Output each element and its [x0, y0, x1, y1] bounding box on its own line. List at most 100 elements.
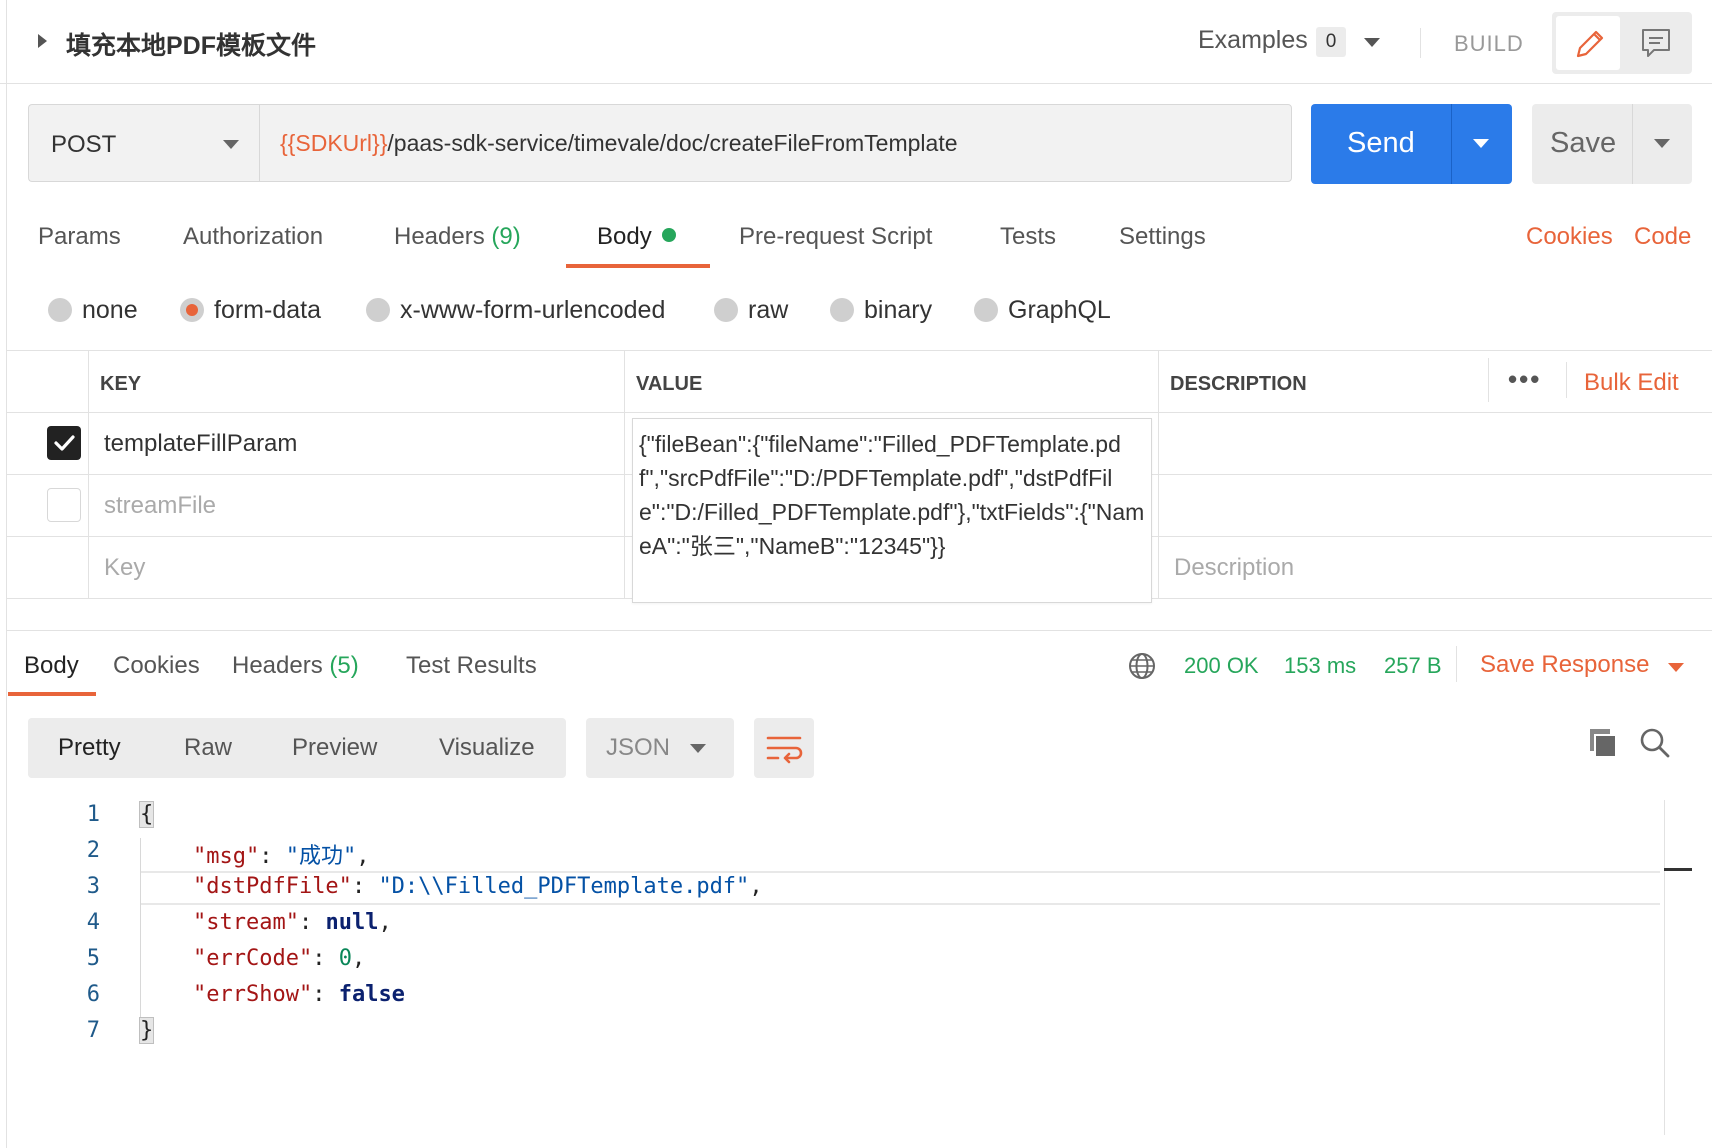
tab-headers[interactable]: Headers (9) [394, 223, 521, 251]
caret-right-icon[interactable] [38, 34, 47, 48]
tab-body-label: Body [597, 223, 652, 250]
format-pretty[interactable]: Pretty [58, 734, 121, 762]
column-divider [1488, 358, 1489, 402]
value-editor[interactable]: {"fileBean":{"fileName":"Filled_PDFTempl… [632, 418, 1152, 603]
row-key-template-fill-param[interactable]: templateFillParam [104, 430, 297, 458]
format-visualize[interactable]: Visualize [439, 734, 535, 762]
url-variable: {{SDKUrl}} [280, 130, 388, 156]
divider [1451, 104, 1452, 184]
description-input-placeholder[interactable]: Description [1174, 554, 1294, 582]
wrap-lines-icon [766, 736, 803, 764]
tab-tests[interactable]: Tests [1000, 223, 1056, 251]
copy-icon[interactable] [1586, 726, 1620, 760]
caret-down-icon [690, 744, 706, 753]
code-line: "errShow": false [192, 982, 405, 1007]
language-select[interactable]: JSON [586, 718, 734, 778]
column-divider [1158, 350, 1159, 598]
format-raw[interactable]: Raw [184, 734, 232, 762]
globe-icon[interactable] [1126, 650, 1158, 682]
active-tab-underline [566, 264, 710, 268]
tab-body[interactable]: Body [597, 223, 676, 251]
comment-icon [1642, 29, 1670, 57]
line-number: 7 [86, 1018, 100, 1043]
divider [1632, 104, 1633, 184]
response-format-tabs: Pretty Raw Preview Visualize [28, 718, 566, 778]
request-title-bar: 填充本地PDF模板文件 Examples 0 BUILD [0, 0, 1712, 84]
bulk-edit-link[interactable]: Bulk Edit [1584, 369, 1679, 397]
json-key-msg: "msg" [192, 844, 260, 869]
response-status[interactable]: 200 OK [1184, 653, 1259, 679]
response-tab-headers-label: Headers [232, 652, 323, 679]
response-tab-body[interactable]: Body [24, 652, 79, 680]
send-options-caret-icon[interactable] [1473, 139, 1489, 148]
language-label: JSON [606, 734, 671, 761]
column-divider [624, 350, 625, 598]
url-text: {{SDKUrl}}/paas-sdk-service/timevale/doc… [280, 130, 958, 157]
line-number: 4 [86, 910, 100, 935]
tab-headers-count: (9) [491, 223, 521, 250]
tab-settings[interactable]: Settings [1119, 223, 1206, 251]
caret-down-icon[interactable] [1364, 38, 1380, 47]
radio-label: x-www-form-urlencoded [400, 296, 666, 324]
code-line: "msg": "成功", [192, 844, 370, 869]
radio-button [714, 298, 738, 322]
column-header-description: DESCRIPTION [1170, 373, 1307, 395]
close-brace: } [138, 1017, 155, 1044]
code-line: "errCode": 0, [192, 946, 366, 971]
save-response-button[interactable]: Save Response [1480, 651, 1649, 679]
response-tab-cookies[interactable]: Cookies [113, 652, 200, 680]
divider [1456, 646, 1457, 682]
tab-prerequest-script[interactable]: Pre-request Script [739, 223, 932, 251]
code-line: { [138, 801, 155, 828]
method-select[interactable]: POST [28, 104, 260, 182]
code-line: } [138, 1017, 155, 1044]
line-number: 6 [86, 982, 100, 1007]
response-size[interactable]: 257 B [1384, 653, 1442, 679]
code-line: "stream": null, [192, 910, 392, 935]
row-key-stream-file[interactable]: streamFile [104, 492, 216, 520]
json-value-err-show: false [338, 982, 405, 1007]
radio-button-selected [180, 298, 204, 322]
response-tab-headers[interactable]: Headers (5) [232, 652, 359, 680]
radio-label: binary [864, 296, 933, 324]
format-preview[interactable]: Preview [292, 734, 377, 762]
save-response-caret-icon[interactable] [1668, 663, 1684, 672]
tab-authorization[interactable]: Authorization [183, 223, 323, 251]
row-checkbox-unchecked[interactable] [47, 488, 81, 522]
row-checkbox-checked[interactable] [47, 426, 81, 460]
tab-params[interactable]: Params [38, 223, 121, 251]
line-number: 5 [86, 946, 100, 971]
url-input[interactable]: {{SDKUrl}}/paas-sdk-service/timevale/doc… [259, 104, 1292, 182]
method-label: POST [51, 131, 117, 158]
examples-label[interactable]: Examples [1198, 26, 1308, 55]
caret-down-icon [223, 140, 239, 149]
code-link[interactable]: Code [1634, 223, 1691, 251]
edit-mode-button[interactable] [1556, 16, 1620, 70]
request-title[interactable]: 填充本地PDF模板文件 [66, 26, 316, 62]
cookies-link[interactable]: Cookies [1526, 223, 1613, 251]
save-button[interactable]: Save [1532, 104, 1692, 184]
save-options-caret-icon[interactable] [1654, 139, 1670, 148]
response-tab-test-results[interactable]: Test Results [406, 652, 537, 680]
key-input-placeholder[interactable]: Key [104, 554, 145, 582]
scrollbar-marker[interactable] [1664, 868, 1692, 871]
wrap-lines-button[interactable] [754, 718, 814, 778]
send-button[interactable]: Send [1311, 104, 1512, 184]
json-key-stream: "stream" [192, 910, 299, 935]
response-time[interactable]: 153 ms [1284, 653, 1356, 679]
search-icon[interactable] [1638, 726, 1672, 760]
scrollbar-track[interactable] [1664, 800, 1665, 1135]
radio-label: none [82, 296, 138, 324]
url-path: /paas-sdk-service/timevale/doc/createFil… [387, 130, 958, 156]
line-number: 3 [86, 874, 100, 899]
divider [1420, 28, 1421, 58]
checkmark-icon [54, 435, 75, 451]
json-key-err-show: "errShow" [192, 982, 313, 1007]
more-dots-icon[interactable]: ••• [1508, 364, 1541, 395]
json-value-err-code: 0 [338, 946, 352, 971]
radio-label: GraphQL [1008, 296, 1111, 324]
build-label[interactable]: BUILD [1454, 31, 1524, 57]
radio-label: form-data [214, 296, 321, 324]
json-value-msg: "成功" [285, 844, 357, 869]
comments-button[interactable] [1624, 16, 1688, 70]
